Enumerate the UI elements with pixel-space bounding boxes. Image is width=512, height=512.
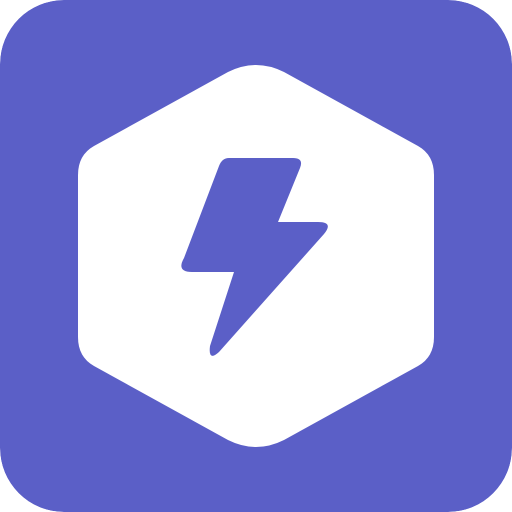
app-icon <box>0 0 512 512</box>
app-icon-graphic <box>0 0 512 512</box>
